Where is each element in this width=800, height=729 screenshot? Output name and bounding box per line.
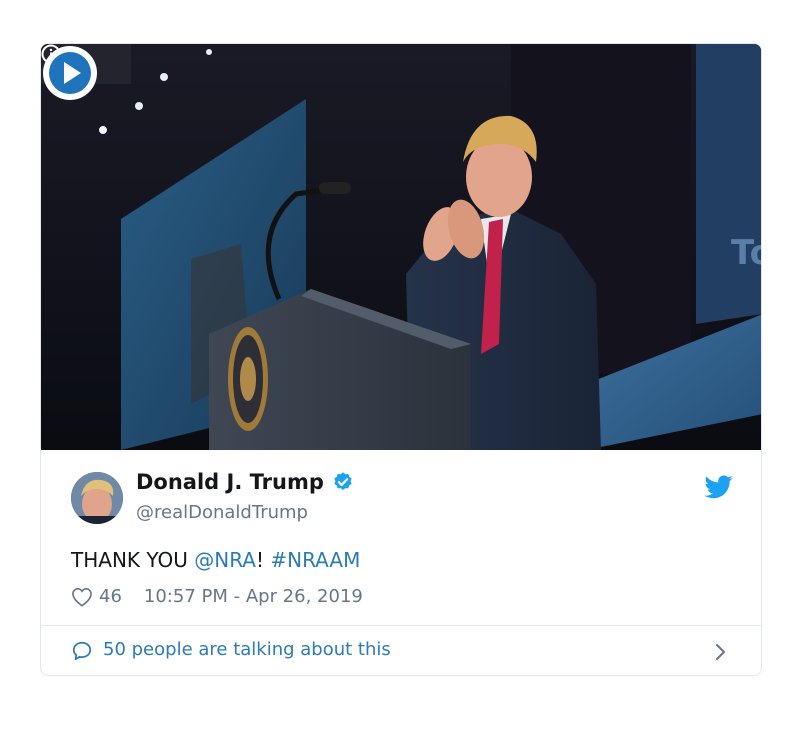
author-name-row[interactable]: Donald J. Trump bbox=[136, 470, 354, 494]
author-name[interactable]: Donald J. Trump bbox=[136, 470, 324, 494]
avatar-image bbox=[71, 472, 123, 524]
avatar[interactable] bbox=[71, 472, 123, 524]
chevron-right-icon[interactable] bbox=[713, 641, 727, 663]
tweet-text: THANK YOU @NRA! #NRAAM bbox=[71, 548, 360, 572]
speech-bubble-icon bbox=[72, 641, 92, 661]
embedded-tweet-card: To bbox=[40, 43, 762, 676]
tweet-video-thumbnail[interactable]: To bbox=[41, 44, 762, 450]
verified-badge-icon bbox=[334, 472, 352, 490]
talking-count-text[interactable]: 50 people are talking about this bbox=[103, 639, 391, 660]
author-handle[interactable]: @realDonaldTrump bbox=[136, 502, 308, 523]
like-count[interactable]: 46 bbox=[99, 586, 122, 607]
video-scene: To bbox=[41, 44, 762, 450]
svg-text:To: To bbox=[731, 233, 762, 273]
tweet-meta: 46 10:57 PM - Apr 26, 2019 bbox=[71, 586, 363, 607]
tweet-text-start: THANK YOU bbox=[71, 548, 195, 572]
play-icon[interactable] bbox=[41, 44, 99, 102]
hashtag-link[interactable]: #NRAAM bbox=[270, 548, 360, 572]
mention-link[interactable]: @NRA bbox=[194, 548, 256, 572]
tweet-timestamp[interactable]: 10:57 PM - Apr 26, 2019 bbox=[144, 586, 363, 607]
heart-icon[interactable] bbox=[71, 587, 93, 607]
twitter-bird-icon[interactable] bbox=[705, 475, 733, 499]
tweet-text-middle: ! bbox=[255, 548, 271, 572]
conversation-link[interactable]: 50 people are talking about this bbox=[41, 626, 761, 675]
